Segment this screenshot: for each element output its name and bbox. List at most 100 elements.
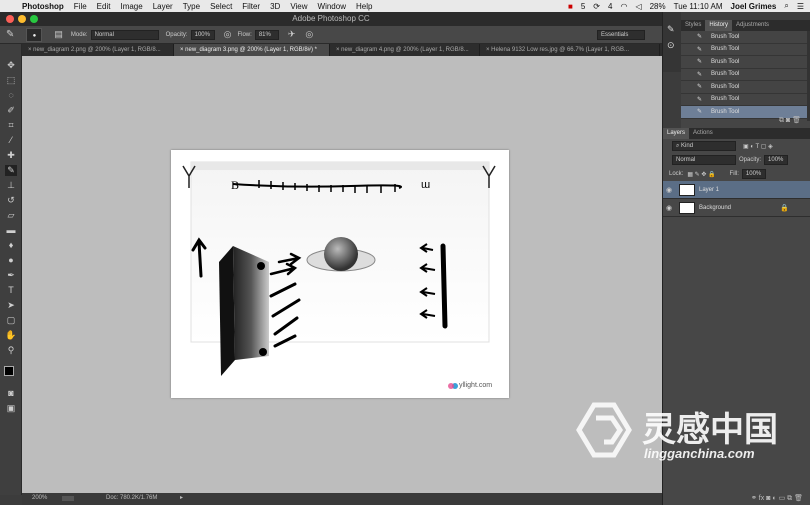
history-brush-tool-icon[interactable]: ↺	[5, 195, 17, 206]
status-menu-arrow-icon[interactable]: ▸	[180, 494, 183, 501]
app-menu[interactable]: Photoshop	[22, 2, 64, 11]
add-mask-icon[interactable]: ◙	[766, 495, 770, 502]
minimize-window-button[interactable]	[18, 15, 26, 23]
new-layer-icon[interactable]: ⧉	[787, 495, 792, 502]
menu-edit[interactable]: Edit	[97, 2, 111, 11]
tab-helena[interactable]: × Helena 9132 Low res.jpg @ 66.7% (Layer…	[480, 44, 660, 56]
tab-adjustments[interactable]: Adjustments	[732, 20, 773, 31]
type-tool-icon[interactable]: T	[5, 285, 17, 296]
close-window-button[interactable]	[6, 15, 14, 23]
dodge-tool-icon[interactable]: ●	[5, 255, 17, 266]
menu-help[interactable]: Help	[356, 2, 372, 11]
menu-type[interactable]: Type	[183, 2, 200, 11]
filter-icons[interactable]: ▣ ◐ T ▢ ◈	[743, 143, 773, 150]
group-icon[interactable]: ▭	[779, 495, 786, 502]
hand-tool-icon[interactable]: ✋	[5, 330, 17, 341]
history-item[interactable]: ✎ Brush Tool	[681, 43, 810, 56]
tab-layers[interactable]: Layers	[663, 128, 690, 139]
menu-layer[interactable]: Layer	[153, 2, 173, 11]
opacity-field[interactable]: 100%	[190, 29, 215, 40]
history-item[interactable]: ✎ Brush Tool	[681, 81, 810, 94]
gradient-tool-icon[interactable]: ▬	[5, 225, 17, 236]
layer-opacity-field[interactable]: 100%	[764, 155, 789, 165]
lasso-tool-icon[interactable]: ◌	[5, 90, 17, 101]
brush-tool-preset-icon[interactable]: ✎	[6, 29, 14, 40]
menu-view[interactable]: View	[290, 2, 307, 11]
pen-tool-icon[interactable]: ✒	[5, 270, 17, 281]
tab-history[interactable]: History	[705, 20, 733, 31]
user-name[interactable]: Joel Grimes	[731, 2, 777, 11]
marquee-tool-icon[interactable]: ⬚	[5, 75, 17, 86]
tab-styles[interactable]: Styles	[681, 20, 705, 31]
brush-panel-toggle[interactable]: ▤	[54, 29, 63, 40]
link-layers-icon[interactable]: ⚭	[751, 495, 757, 502]
search-icon[interactable]: ⌕	[784, 1, 788, 11]
quick-mask-icon[interactable]: ◙	[5, 388, 17, 399]
path-select-tool-icon[interactable]: ➤	[5, 300, 17, 311]
blend-mode-select[interactable]: Normal	[672, 155, 736, 165]
menu-3d[interactable]: 3D	[270, 2, 280, 11]
clone-stamp-tool-icon[interactable]: ⊥	[5, 180, 17, 191]
pressure-size-icon[interactable]: ◎	[305, 29, 313, 40]
foreground-color-swatch[interactable]	[4, 366, 14, 376]
quick-select-tool-icon[interactable]: ✐	[5, 105, 17, 116]
volume-icon[interactable]: ◁	[635, 2, 641, 11]
menu-file[interactable]: File	[74, 2, 87, 11]
menu-image[interactable]: Image	[120, 2, 142, 11]
blur-tool-icon[interactable]: ♦	[5, 240, 17, 251]
lock-icon: 🔒	[780, 204, 789, 212]
shape-tool-icon[interactable]: ▢	[5, 315, 17, 326]
list-icon[interactable]: ☰	[797, 2, 804, 11]
new-document-from-state-icon[interactable]: ⧉	[779, 117, 784, 124]
tab-actions[interactable]: Actions	[689, 128, 717, 139]
history-item[interactable]: ✎ Brush Tool	[681, 31, 810, 44]
document-canvas[interactable]: B ɯ yllight.com	[171, 150, 509, 398]
move-tool-icon[interactable]: ✥	[5, 60, 17, 71]
tab-new-diagram-2[interactable]: × new_diagram 2.png @ 200% (Layer 1, RGB…	[22, 44, 174, 56]
delete-layer-icon[interactable]: 🗑	[794, 495, 803, 502]
history-item[interactable]: ✎ Brush Tool	[681, 56, 810, 69]
clone-source-icon[interactable]: ⊙	[667, 40, 675, 51]
adjustment-layer-icon[interactable]: ◐	[772, 495, 776, 502]
history-panel-tabs: Styles History Adjustments	[681, 20, 810, 31]
healing-brush-tool-icon[interactable]: ✚	[5, 150, 17, 161]
brush-preset-picker[interactable]: ●	[26, 27, 43, 42]
adobe-icon[interactable]: ■	[568, 2, 573, 11]
menu-filter[interactable]: Filter	[242, 2, 260, 11]
fill-field[interactable]: 100%	[741, 169, 766, 179]
workspace-switcher[interactable]: Essentials	[597, 29, 645, 40]
fx-icon[interactable]: fx	[759, 495, 764, 502]
eyedropper-tool-icon[interactable]: ⁄	[5, 135, 17, 146]
crop-tool-icon[interactable]: ⌗	[5, 120, 17, 131]
layer-filter-select[interactable]: ⌕ Kind	[672, 141, 736, 151]
battery-text[interactable]: 28%	[650, 2, 666, 11]
pressure-opacity-icon[interactable]: ◎	[224, 29, 232, 40]
airbrush-icon[interactable]: ✈	[288, 29, 296, 40]
history-item[interactable]: ✎ Brush Tool	[681, 93, 810, 106]
tab-new-diagram-3[interactable]: × new_diagram 3.png @ 200% (Layer 1, RGB…	[174, 44, 330, 56]
zoom-tool-icon[interactable]: ⚲	[5, 345, 17, 356]
brush-tool-icon[interactable]: ✎	[5, 165, 17, 176]
layer-row-background[interactable]: ◉ Background 🔒	[663, 199, 810, 217]
tab-new-diagram-4[interactable]: × new_diagram 4.png @ 200% (Layer 1, RGB…	[330, 44, 480, 56]
sync-icon[interactable]: ⟳	[593, 2, 600, 11]
horizontal-scrollbar[interactable]	[62, 496, 74, 501]
menu-select[interactable]: Select	[210, 2, 232, 11]
snapshot-icon[interactable]: ◙	[786, 117, 790, 124]
eye-icon[interactable]: ◉	[663, 186, 675, 194]
layer-row-layer-1[interactable]: ◉ Layer 1	[663, 181, 810, 199]
delete-state-icon[interactable]: 🗑	[792, 117, 801, 124]
screen-mode-icon[interactable]: ▣	[5, 403, 17, 414]
zoom-level[interactable]: 200%	[32, 495, 47, 501]
lock-icons[interactable]: ▦ ✎ ✥ 🔒	[687, 171, 715, 178]
history-item[interactable]: ✎ Brush Tool	[681, 68, 810, 81]
brush-panel-icon[interactable]: ✎	[667, 24, 675, 35]
wifi-icon[interactable]: ◠	[620, 2, 627, 11]
zoom-window-button[interactable]	[30, 15, 38, 23]
eraser-tool-icon[interactable]: ▱	[5, 210, 17, 221]
eye-icon[interactable]: ◉	[663, 204, 675, 212]
menu-window[interactable]: Window	[318, 2, 346, 11]
flow-field[interactable]: 81%	[254, 29, 279, 40]
mode-select[interactable]: Normal	[90, 29, 159, 40]
clock[interactable]: Tue 11:10 AM	[674, 2, 723, 11]
